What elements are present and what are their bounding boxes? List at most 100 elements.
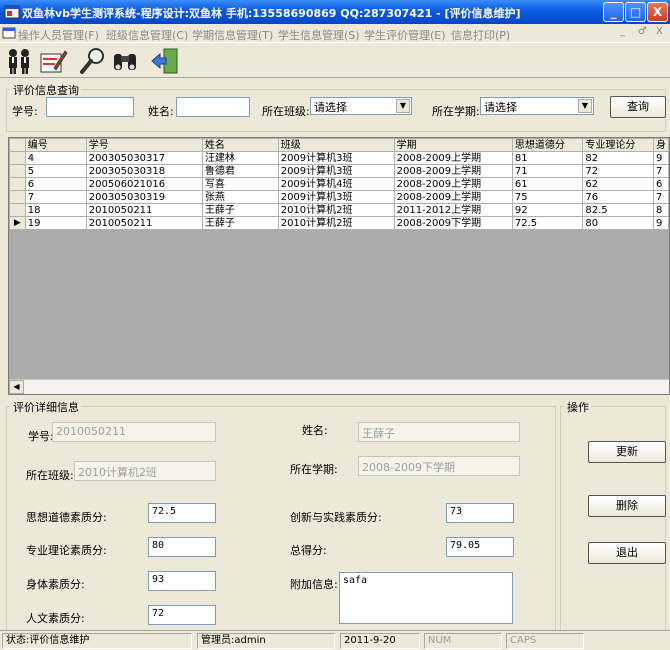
detail-humanities-input[interactable]: 72 — [148, 605, 216, 625]
table-row[interactable]: 5 200305030318 鲁德君 2009计算机3班 2008-2009上学期 71 7… — [9, 164, 669, 178]
table-cell[interactable]: 2010050211 — [85, 216, 203, 230]
update-button[interactable]: 更新 — [588, 441, 666, 463]
column-header[interactable]: 身 — [652, 138, 669, 152]
table-cell[interactable]: 2011-2012上学期 — [393, 203, 513, 217]
table-cell[interactable]: 62 — [582, 177, 654, 191]
table-cell[interactable]: 9 — [652, 216, 669, 230]
table-cell[interactable]: 7 — [24, 190, 87, 204]
menu-print[interactable]: 信息打印(P) — [451, 27, 510, 43]
delete-button[interactable]: 删除 — [588, 495, 666, 517]
table-cell[interactable]: 鲁德君 — [201, 164, 279, 178]
table-cell[interactable]: 2009计算机3班 — [277, 164, 395, 178]
table-cell[interactable]: 72.5 — [511, 216, 584, 230]
exit-button[interactable]: 退出 — [588, 542, 666, 564]
column-header[interactable]: 学期 — [393, 138, 513, 152]
close-button[interactable]: X — [647, 2, 668, 22]
table-cell[interactable]: 2008-2009下学期 — [393, 216, 513, 230]
table-cell[interactable]: 80 — [582, 216, 654, 230]
table-cell[interactable]: 2008-2009上学期 — [393, 151, 513, 165]
menu-classes[interactable]: 班级信息管理(C) — [106, 27, 188, 43]
query-name-input[interactable] — [176, 97, 250, 117]
table-row[interactable]: 18 2010050211 王薛子 2010计算机2班 2011-2012上学期 92 82… — [9, 203, 669, 217]
table-cell[interactable]: 200305030319 — [85, 190, 203, 204]
query-student-no-input[interactable] — [46, 97, 134, 117]
scroll-left-icon[interactable]: ◀ — [9, 380, 24, 394]
exit-icon[interactable] — [150, 46, 180, 76]
table-cell[interactable]: 2010计算机2班 — [277, 203, 395, 217]
menu-students[interactable]: 学生信息管理(S) — [278, 27, 360, 43]
table-cell[interactable]: 82 — [582, 151, 654, 165]
horizontal-scrollbar[interactable]: ◀ — [9, 379, 669, 394]
binoculars-icon[interactable] — [110, 46, 140, 76]
row-selector[interactable] — [9, 151, 26, 165]
table-cell[interactable]: 2008-2009上学期 — [393, 190, 513, 204]
search-button[interactable]: 查询 — [610, 96, 666, 118]
row-selector[interactable] — [9, 190, 26, 204]
table-cell[interactable]: 2008-2009上学期 — [393, 164, 513, 178]
table-row[interactable]: 6 200506021016 写喜 2009计算机4班 2008-2009上学期 61 62… — [9, 177, 669, 191]
table-cell[interactable]: 82.5 — [582, 203, 654, 217]
table-row[interactable]: 4 200305030317 汪建林 2009计算机3班 2008-2009上学期 81 8… — [9, 151, 669, 165]
row-selector[interactable] — [9, 203, 26, 217]
mdi-close-button[interactable]: X — [656, 26, 663, 37]
table-cell[interactable]: 6 — [652, 177, 669, 191]
table-cell[interactable]: 2010计算机2班 — [277, 216, 395, 230]
table-cell[interactable]: 19 — [24, 216, 87, 230]
column-header[interactable]: 班级 — [277, 138, 395, 152]
minimize-button[interactable]: _ — [603, 2, 624, 22]
table-cell[interactable]: 200506021016 — [85, 177, 203, 191]
row-selector[interactable]: ▶ — [9, 216, 26, 230]
table-cell[interactable]: 汪建林 — [201, 151, 279, 165]
table-cell[interactable]: 61 — [511, 177, 584, 191]
table-cell[interactable]: 7 — [652, 164, 669, 178]
mdi-minimize-button[interactable]: _ — [620, 26, 625, 37]
search-icon[interactable] — [78, 46, 108, 76]
detail-moral-input[interactable]: 72.5 — [148, 503, 216, 523]
evaluation-grid[interactable]: 编号 学号 姓名 班级 学期 思想道德分 专业理论分 身 4 2003050303… — [8, 137, 670, 395]
menu-operators[interactable]: 操作人员管理(F) — [18, 27, 99, 43]
detail-student-no-input[interactable]: 2010050211 — [52, 422, 216, 442]
table-cell[interactable]: 2009计算机3班 — [277, 151, 395, 165]
table-cell[interactable]: 王薛子 — [201, 216, 279, 230]
detail-name-input[interactable]: 王薛子 — [358, 422, 520, 442]
menu-evaluations[interactable]: 学生评价管理(E) — [364, 27, 446, 43]
table-cell[interactable]: 18 — [24, 203, 87, 217]
detail-term-input[interactable]: 2008-2009下学期 — [358, 456, 520, 476]
table-cell[interactable]: 9 — [652, 151, 669, 165]
detail-theory-input[interactable]: 80 — [148, 537, 216, 557]
table-row[interactable]: 7 200305030319 张燕 2009计算机3班 2008-2009上学期 75 76… — [9, 190, 669, 204]
table-cell[interactable]: 4 — [24, 151, 87, 165]
column-header[interactable]: 学号 — [85, 138, 203, 152]
detail-physical-input[interactable]: 93 — [148, 571, 216, 591]
menu-terms[interactable]: 学期信息管理(T) — [192, 27, 273, 43]
table-cell[interactable]: 2009计算机3班 — [277, 190, 395, 204]
maximize-button[interactable]: □ — [625, 2, 646, 22]
table-cell[interactable]: 2008-2009上学期 — [393, 177, 513, 191]
detail-total-input[interactable]: 79.05 — [446, 537, 514, 557]
table-cell[interactable]: 5 — [24, 164, 87, 178]
table-cell[interactable]: 2010050211 — [85, 203, 203, 217]
detail-extra-textarea[interactable]: safa — [339, 572, 513, 624]
column-header[interactable]: 专业理论分 — [582, 138, 654, 152]
query-term-select[interactable]: 请选择 ▼ — [480, 97, 594, 115]
table-cell[interactable]: 81 — [511, 151, 584, 165]
table-cell[interactable]: 写喜 — [201, 177, 279, 191]
table-cell[interactable]: 张燕 — [201, 190, 279, 204]
users-icon[interactable] — [4, 46, 34, 76]
table-cell[interactable]: 王薛子 — [201, 203, 279, 217]
table-cell[interactable]: 75 — [511, 190, 584, 204]
query-class-select[interactable]: 请选择 ▼ — [310, 97, 412, 115]
table-cell[interactable]: 71 — [511, 164, 584, 178]
table-cell[interactable]: 7 — [652, 190, 669, 204]
table-cell[interactable]: 72 — [582, 164, 654, 178]
table-cell[interactable]: 6 — [24, 177, 87, 191]
table-cell[interactable]: 200305030318 — [85, 164, 203, 178]
table-row[interactable]: ▶ 19 2010050211 王薛子 2010计算机2班 2008-2009下学期 72.… — [9, 216, 669, 230]
table-cell[interactable]: 92 — [511, 203, 584, 217]
row-selector[interactable] — [9, 177, 26, 191]
column-header[interactable]: 思想道德分 — [511, 138, 584, 152]
detail-innovation-input[interactable]: 73 — [446, 503, 514, 523]
edit-icon[interactable] — [38, 46, 68, 76]
row-selector[interactable] — [9, 164, 26, 178]
mdi-restore-button[interactable]: ♂ — [638, 26, 647, 37]
